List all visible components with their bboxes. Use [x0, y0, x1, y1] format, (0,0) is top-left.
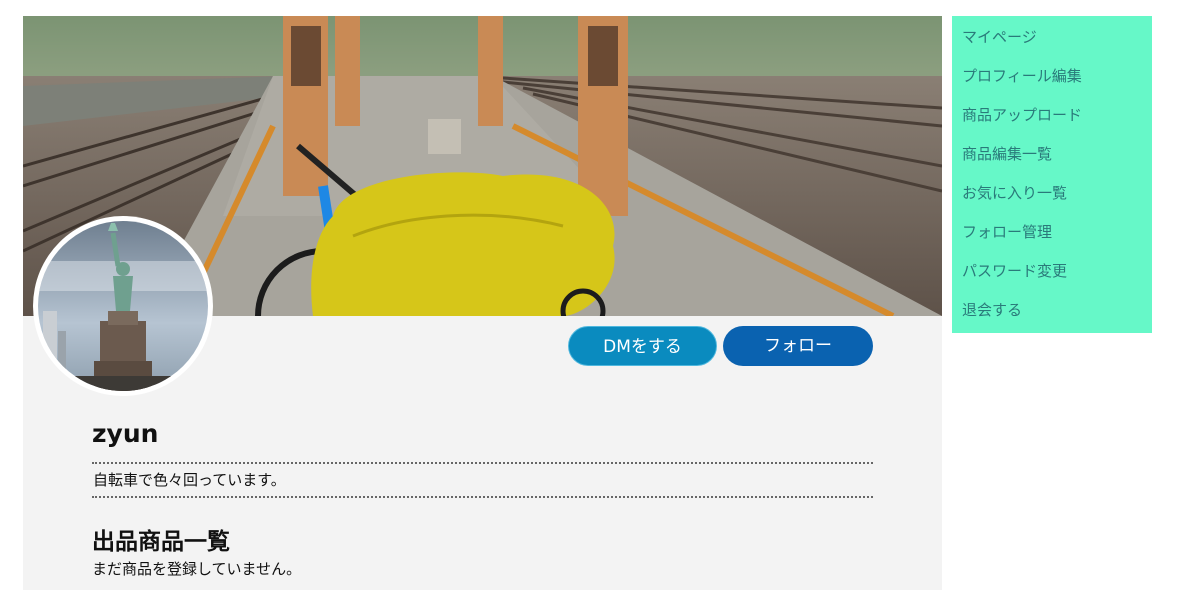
side-menu: マイページ プロフィール編集 商品アップロード 商品編集一覧 お気に入り一覧 フ…: [952, 16, 1152, 333]
follow-button[interactable]: フォロー: [723, 326, 873, 366]
sidebar-item-withdraw[interactable]: 退会する: [952, 289, 1152, 328]
sidebar-item-password-change[interactable]: パスワード変更: [952, 250, 1152, 289]
sidebar-item-product-edit-list[interactable]: 商品編集一覧: [952, 133, 1152, 172]
sidebar-item-profile-edit[interactable]: プロフィール編集: [952, 55, 1152, 94]
sidebar-item-follow-manage[interactable]: フォロー管理: [952, 211, 1152, 250]
sidebar-item-favorites[interactable]: お気に入り一覧: [952, 172, 1152, 211]
dm-button[interactable]: DMをする: [568, 326, 717, 366]
profile-bio: 自転車で色々回っています。: [92, 462, 873, 498]
products-section-title: 出品商品一覧: [92, 529, 230, 555]
username: zyun: [92, 419, 159, 448]
profile-main: DMをする フォロー zyun 自転車で色々回っています。 出品商品一覧 まだ商…: [23, 16, 942, 590]
avatar-image: [38, 221, 208, 391]
sidebar-item-product-upload[interactable]: 商品アップロード: [952, 94, 1152, 133]
avatar: [33, 216, 213, 396]
products-empty-message: まだ商品を登録していません。: [92, 560, 302, 578]
sidebar-item-mypage[interactable]: マイページ: [952, 16, 1152, 55]
